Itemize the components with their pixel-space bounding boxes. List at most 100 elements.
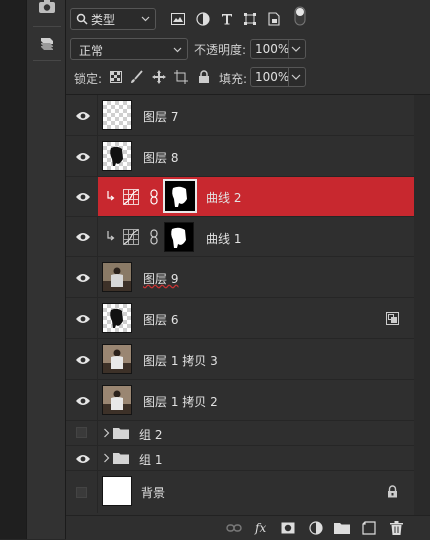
layer-thumbnail [102,476,132,506]
clipping-mask-arrow-icon [107,191,115,201]
layers-panel-icon[interactable] [35,32,59,56]
camera-icon[interactable] [35,0,59,18]
lock-all-icon[interactable] [197,70,211,84]
layer-name: 背景 [141,486,166,500]
layer-row[interactable]: 图层 7 [66,95,414,136]
lock-artboard-icon[interactable] [174,70,188,84]
eye-icon[interactable] [75,151,91,163]
eye-icon[interactable] [75,354,91,366]
layer-name: 图层 7 [143,110,179,124]
layer-row[interactable]: 图层 9 [66,257,414,298]
opacity-value: 100% [255,42,290,56]
add-mask-icon[interactable] [280,520,296,536]
layer-thumbnail [102,262,132,292]
opacity-dropdown-button[interactable] [288,40,303,58]
group-name: 组 1 [139,453,163,467]
group-row[interactable]: 组 1 [66,446,414,471]
layer-row[interactable]: 图层 1 拷贝 2 [66,380,414,421]
layer-name: 图层 1 拷贝 3 [143,354,218,368]
layer-row[interactable]: 图层 8 [66,136,414,177]
eye-icon[interactable] [75,191,91,203]
layer-thumbnail [102,385,132,415]
layer-row[interactable]: 图层 1 拷贝 3 [66,339,414,380]
layers-panel: 类型 正常 不透明度: 100% 锁定: 填充: 100% 图层 7 图层 8 … [66,0,430,540]
visibility-off-box[interactable] [76,487,87,498]
shape-layer-filter-icon[interactable] [242,11,258,27]
link-layers-icon[interactable] [226,520,242,536]
clipping-mask-arrow-icon [107,231,115,241]
layer-thumbnail [102,303,132,333]
layers-list: 图层 7 图层 8 曲线 2 曲线 1 图层 9 图层 6 图层 1 拷贝 3 … [66,95,414,515]
mask-link-icon[interactable] [150,189,158,205]
folder-icon [113,427,129,439]
eye-icon[interactable] [75,395,91,407]
group-row[interactable]: 组 2 [66,421,414,446]
layer-thumbnail [102,100,132,130]
trash-icon[interactable] [388,520,404,536]
smart-object-icon [386,312,399,325]
smart-object-filter-icon[interactable] [266,11,282,27]
eye-icon[interactable] [75,272,91,284]
fill-label: 填充: [219,72,248,86]
layers-bottom-toolbar: fx [66,515,430,540]
group-name: 组 2 [139,428,163,442]
side-tool-strip [26,0,66,539]
chevron-right-icon[interactable] [103,428,110,438]
layer-row-selected[interactable] [98,177,414,217]
lock-label: 锁定: [74,72,103,86]
layer-row-background[interactable]: 背景 [66,471,414,513]
lock-fill-row: 锁定: 填充: 100% [66,65,430,91]
lock-transparent-pixels-icon[interactable] [109,70,123,84]
chevron-down-icon [141,14,150,23]
layer-name: 曲线 2 [206,191,242,205]
new-layer-icon[interactable] [361,520,377,536]
tool-separator [33,60,61,61]
mask-shape-icon [172,186,187,207]
eye-icon[interactable] [75,453,91,465]
blend-opacity-row: 正常 不透明度: 100% [66,36,430,62]
blend-mode-dropdown[interactable]: 正常 [70,38,188,60]
layer-name: 图层 1 拷贝 2 [143,395,218,409]
mask-shape-icon [171,227,186,248]
new-adjustment-layer-icon[interactable] [308,520,324,536]
chevron-right-icon[interactable] [103,453,110,463]
chevron-down-icon [173,45,182,54]
fill-dropdown-button[interactable] [288,68,303,86]
layer-name: 图层 6 [143,313,179,327]
folder-icon [113,452,129,464]
pixel-layer-filter-icon[interactable] [170,11,186,27]
search-icon [76,13,88,25]
opacity-input[interactable]: 100% [250,39,306,59]
layer-mask-thumbnail[interactable] [164,222,194,252]
silhouette-shape-icon [110,146,123,166]
filter-toggle-switch[interactable] [292,6,308,26]
layer-name: 图层 8 [143,151,179,165]
layer-row[interactable]: 图层 6 [66,298,414,339]
type-layer-filter-icon[interactable] [219,11,235,27]
layer-style-fx-icon[interactable]: fx [254,520,270,536]
person-photo-icon [103,386,131,414]
layer-thumbnail [102,344,132,374]
mask-link-icon[interactable] [150,229,158,245]
eye-icon[interactable] [75,231,91,243]
layers-scrollbar[interactable] [414,95,430,515]
opacity-label: 不透明度: [194,43,247,57]
eye-icon[interactable] [75,313,91,325]
layer-mask-thumbnail[interactable] [163,179,197,213]
visibility-off-box[interactable] [76,427,87,438]
filter-kind-dropdown[interactable]: 类型 [70,8,156,30]
layer-row[interactable]: 曲线 1 [66,217,414,257]
layer-thumbnail [102,141,132,171]
new-group-folder-icon[interactable] [334,520,350,536]
curves-adjustment-icon [123,229,139,245]
lock-position-icon[interactable] [152,70,166,84]
layer-name: 曲线 1 [206,232,242,246]
curves-adjustment-icon [123,189,139,205]
eye-icon[interactable] [75,110,91,122]
blend-mode-label: 正常 [79,44,104,58]
fill-value: 100% [255,70,290,84]
visibility-column [66,177,98,217]
adjustment-layer-filter-icon[interactable] [195,11,211,27]
lock-image-pixels-icon[interactable] [130,70,144,84]
fill-input[interactable]: 100% [250,67,306,87]
